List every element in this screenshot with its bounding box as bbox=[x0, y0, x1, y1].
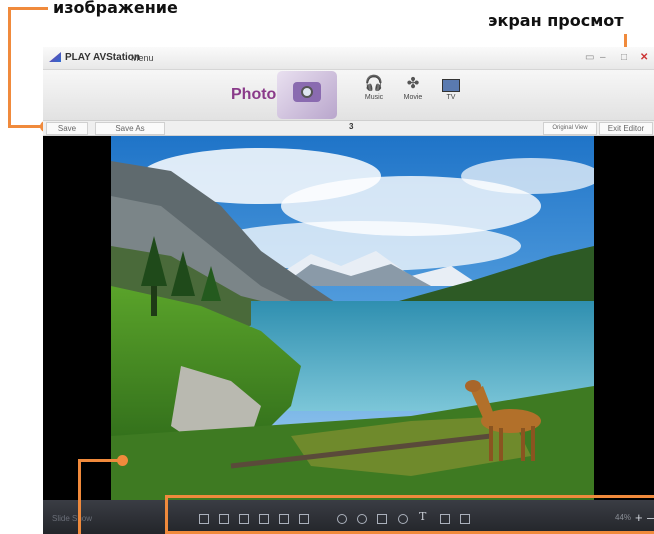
callout-label-view-screen: экран просмот bbox=[488, 11, 624, 30]
media-item-tv[interactable]: TV bbox=[433, 74, 469, 101]
callout-line bbox=[8, 7, 48, 10]
bottom-toolbar: Slide Show T 44% + – bbox=[43, 500, 654, 534]
save-as-button[interactable]: Save As bbox=[95, 122, 165, 135]
stamp-icon[interactable] bbox=[460, 514, 470, 524]
media-item-label: Music bbox=[364, 94, 384, 101]
callout-line bbox=[78, 460, 81, 534]
flip-vertical-icon[interactable] bbox=[259, 514, 269, 524]
save-button[interactable]: Save bbox=[46, 122, 88, 135]
media-item-label: TV bbox=[446, 94, 456, 101]
slideshow-button[interactable]: Slide Show bbox=[52, 514, 92, 523]
editor-toolbar: Save Save As 3 Original View Exit Editor bbox=[43, 121, 654, 136]
media-item-music[interactable]: 🎧 Music bbox=[356, 74, 392, 101]
callout-label-image: изображение bbox=[53, 0, 178, 17]
photo-image[interactable] bbox=[111, 136, 594, 500]
media-item-movie[interactable]: ✤ Movie bbox=[395, 74, 431, 101]
callout-line bbox=[78, 459, 122, 462]
image-counter: 3 bbox=[349, 122, 354, 131]
close-button[interactable]: ✕ bbox=[640, 52, 648, 63]
tv-icon bbox=[433, 74, 469, 94]
zoom-out-button[interactable]: – bbox=[647, 510, 654, 525]
photo-mode-label[interactable]: Photo bbox=[231, 86, 276, 104]
saturation-icon[interactable] bbox=[377, 514, 387, 524]
zoom-value: 44% bbox=[615, 513, 632, 522]
maximize-button[interactable]: □ bbox=[621, 52, 627, 63]
brightness-icon[interactable] bbox=[337, 514, 347, 524]
menu-button[interactable]: Menu bbox=[131, 53, 154, 63]
text-icon[interactable]: T bbox=[419, 510, 426, 523]
exit-editor-button[interactable]: Exit Editor bbox=[599, 122, 653, 135]
callout-frame bbox=[165, 495, 168, 534]
callout-frame bbox=[165, 495, 654, 498]
minimize-button[interactable]: – bbox=[600, 52, 606, 63]
original-view-button[interactable]: Original View bbox=[543, 122, 597, 135]
camera-icon bbox=[293, 82, 321, 102]
landscape-photo-svg bbox=[111, 136, 594, 500]
callout-line bbox=[8, 125, 44, 128]
app-window: PLAY AVStation Menu ▭ – □ ✕ Photo 🎧 Musi… bbox=[43, 47, 654, 534]
frame-icon[interactable] bbox=[440, 514, 450, 524]
red-eye-icon[interactable] bbox=[398, 514, 408, 524]
media-bar: Photo 🎧 Music ✤ Movie TV bbox=[43, 70, 654, 121]
crop-icon[interactable] bbox=[279, 514, 289, 524]
app-logo-icon bbox=[49, 52, 61, 62]
image-viewer[interactable] bbox=[43, 136, 654, 500]
mini-mode-button[interactable]: ▭ bbox=[585, 52, 594, 63]
resize-icon[interactable] bbox=[299, 514, 309, 524]
callout-dot bbox=[117, 455, 128, 466]
contrast-icon[interactable] bbox=[357, 514, 367, 524]
headphones-icon: 🎧 bbox=[364, 75, 384, 92]
zoom-in-button[interactable]: + bbox=[635, 510, 643, 525]
flip-horizontal-icon[interactable] bbox=[239, 514, 249, 524]
callout-line bbox=[8, 7, 11, 128]
rotate-left-icon[interactable] bbox=[199, 514, 209, 524]
rotate-right-icon[interactable] bbox=[219, 514, 229, 524]
app-title: PLAY AVStation bbox=[65, 52, 141, 63]
title-bar: PLAY AVStation Menu ▭ – □ ✕ bbox=[43, 47, 654, 70]
film-reel-icon: ✤ bbox=[406, 75, 420, 92]
media-item-label: Movie bbox=[403, 94, 423, 101]
